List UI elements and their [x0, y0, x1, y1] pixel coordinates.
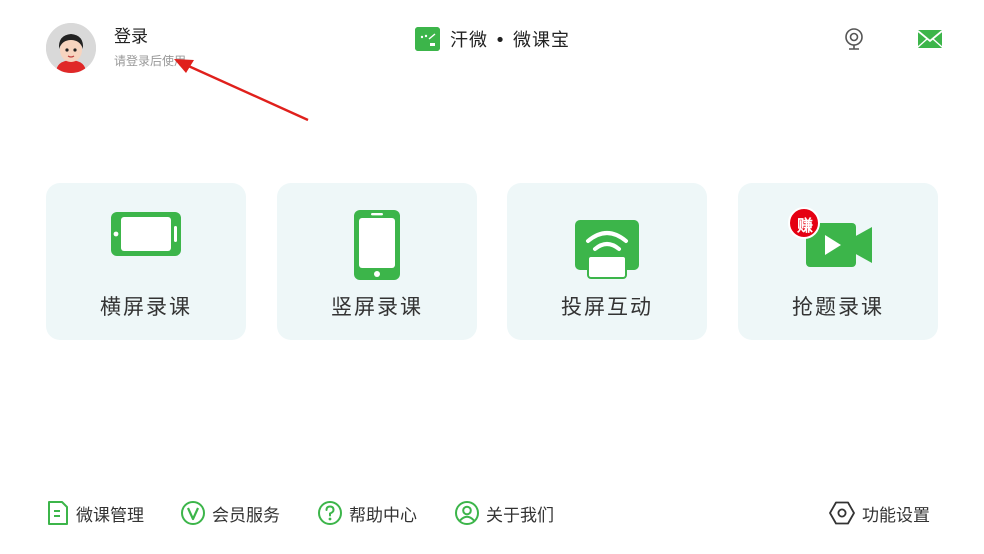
- footer-nav: 微课管理 会员服务 帮助中心 关于我们 功能设置: [0, 496, 984, 530]
- help-icon: [318, 501, 342, 525]
- card-portrait-record[interactable]: 竖屏录课: [277, 183, 477, 340]
- footer-label: 帮助中心: [349, 505, 417, 526]
- footer-item-course-manage[interactable]: 微课管理: [46, 496, 144, 530]
- brand-logo-icon: [415, 27, 440, 51]
- camera-button[interactable]: [841, 26, 867, 52]
- document-icon: [48, 501, 68, 525]
- card-screen-cast[interactable]: 投屏互动: [507, 183, 707, 340]
- card-label: 投屏互动: [561, 295, 653, 319]
- footer-item-settings[interactable]: 功能设置: [828, 496, 930, 530]
- settings-icon: [829, 501, 855, 525]
- earn-badge: 赚: [796, 216, 813, 235]
- boy-avatar-icon: [46, 23, 96, 73]
- user-icon: [455, 501, 479, 525]
- card-label: 竖屏录课: [331, 295, 423, 319]
- card-quiz-record[interactable]: 赚 抢题录课: [738, 183, 938, 340]
- footer-label: 微课管理: [76, 505, 144, 526]
- footer-label: 功能设置: [862, 505, 930, 526]
- portrait-phone-icon: [354, 210, 400, 280]
- card-label: 横屏录课: [100, 295, 192, 319]
- mail-icon: [917, 30, 943, 48]
- footer-label: 会员服务: [212, 505, 280, 526]
- brand-name: 汗微 • 微课宝: [450, 30, 571, 51]
- brand: 汗微 • 微课宝: [415, 26, 570, 52]
- footer-item-help[interactable]: 帮助中心: [317, 496, 417, 530]
- card-landscape-record[interactable]: 横屏录课: [46, 183, 246, 340]
- landscape-phone-icon: [111, 212, 181, 256]
- vip-icon: [181, 501, 205, 525]
- login-hint: 请登录后使用: [114, 54, 187, 68]
- footer-label: 关于我们: [486, 505, 554, 526]
- footer-item-vip[interactable]: 会员服务: [180, 496, 280, 530]
- card-label: 抢题录课: [792, 295, 884, 319]
- webcam-icon: [845, 28, 863, 50]
- screen-cast-icon: [575, 220, 639, 279]
- avatar[interactable]: [46, 23, 96, 73]
- login-title[interactable]: 登录: [114, 22, 148, 47]
- header: 登录 请登录后使用 汗微 • 微课宝: [0, 0, 984, 80]
- feature-cards: 横屏录课 竖屏录课 投屏互动 赚 抢题录课: [46, 183, 938, 340]
- mail-button[interactable]: [917, 26, 943, 52]
- footer-item-about[interactable]: 关于我们: [454, 496, 554, 530]
